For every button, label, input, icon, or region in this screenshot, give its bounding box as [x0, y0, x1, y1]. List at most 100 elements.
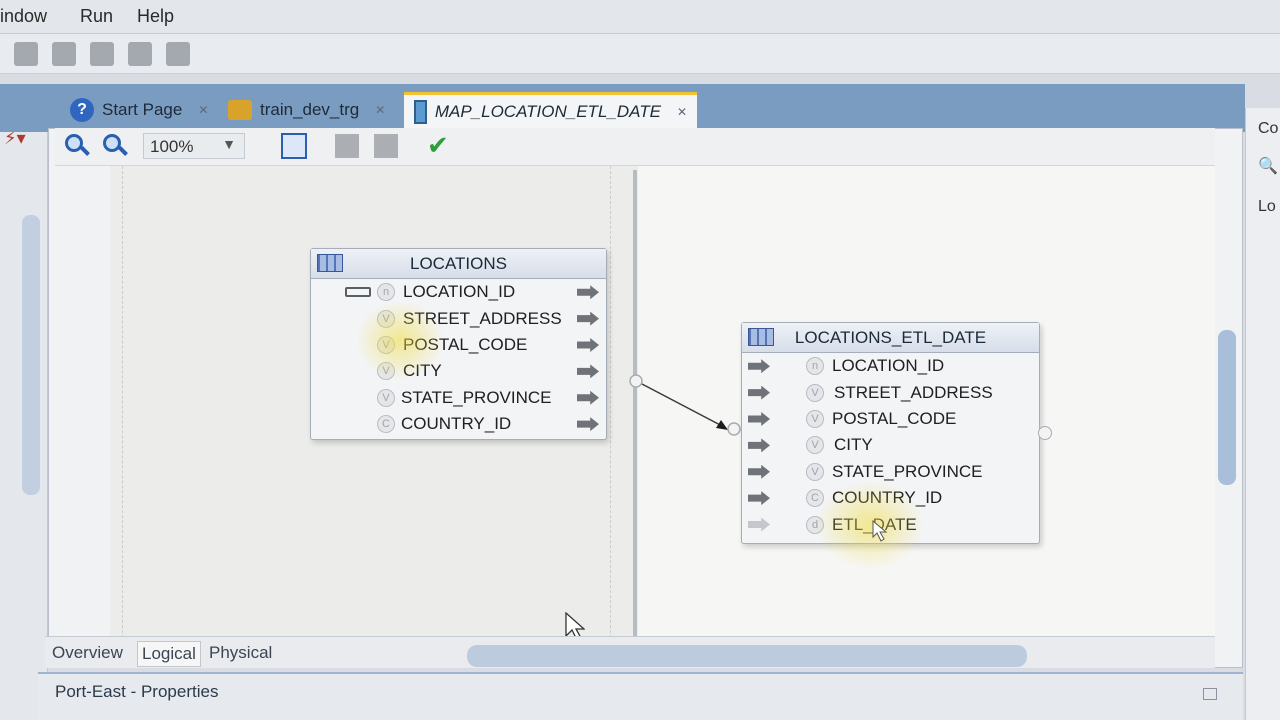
column-name: COUNTRY_ID [401, 414, 512, 434]
entity-header: LOCATIONS [311, 249, 606, 279]
output-port-icon[interactable] [577, 364, 599, 379]
properties-panel: Port-East - Properties [38, 672, 1243, 720]
minimize-icon[interactable] [1203, 688, 1217, 700]
column-row[interactable]: V STATE_PROVINCE [742, 459, 1039, 485]
column-row[interactable]: V STATE_PROVINCE [311, 385, 606, 411]
menu-help[interactable]: Help [137, 6, 174, 27]
pause-icon[interactable] [128, 42, 152, 66]
varchar-type-icon: V [377, 335, 395, 354]
save-icon[interactable] [52, 42, 76, 66]
editor-tab-strip: ? Start Page ✕ train_dev_trg ✕ MAP_LOCAT… [0, 84, 1245, 132]
close-icon[interactable]: ✕ [375, 103, 385, 117]
right-panel: Co 🔍 Lo [1245, 108, 1280, 720]
column-row[interactable]: V STREET_ADDRESS [742, 379, 1039, 405]
column-name: LOCATION_ID [832, 356, 945, 376]
output-port-icon[interactable] [577, 311, 599, 326]
varchar-type-icon: V [806, 462, 824, 481]
entity-title: LOCATIONS_ETL_DATE [794, 327, 987, 347]
zoom-in-icon[interactable] [65, 134, 90, 158]
fit-to-window-icon[interactable] [281, 133, 307, 159]
area-divider [122, 166, 123, 638]
stop-icon[interactable] [14, 42, 38, 66]
folder-icon [228, 100, 252, 120]
column-row[interactable]: V CITY [311, 358, 606, 384]
main-toolbar [0, 34, 1280, 74]
varchar-type-icon: V [377, 309, 395, 328]
source-entity-locations[interactable]: LOCATIONS n LOCATION_ID V STREET_ADDRESS… [310, 248, 607, 440]
tab-map-location-etl-date[interactable]: MAP_LOCATION_ETL_DATE ✕ [404, 92, 697, 128]
zoom-select[interactable]: 100% ▼ [143, 133, 245, 159]
output-port-icon[interactable] [577, 285, 599, 300]
area-divider [610, 166, 611, 638]
input-port-icon[interactable] [748, 464, 770, 479]
validate-check-icon[interactable]: ✔ [427, 130, 449, 161]
date-type-icon: d [806, 515, 824, 534]
column-row[interactable]: n LOCATION_ID [311, 279, 606, 305]
left-scrollbar[interactable] [22, 215, 40, 495]
table-icon [748, 328, 774, 346]
tab-train-dev-trg[interactable]: train_dev_trg ✕ [218, 92, 395, 128]
column-name: STREET_ADDRESS [834, 382, 993, 402]
tab-label: train_dev_trg [260, 100, 360, 119]
column-row[interactable]: n LOCATION_ID [742, 353, 1039, 379]
varchar-type-icon: V [377, 362, 395, 381]
column-name: STATE_PROVINCE [401, 387, 552, 407]
column-row[interactable]: d ETL_DATE [742, 511, 1039, 537]
mapping-connector[interactable] [620, 370, 750, 440]
char-type-icon: C [806, 489, 824, 508]
column-row[interactable]: C COUNTRY_ID [311, 411, 606, 437]
column-list: n LOCATION_ID V STREET_ADDRESS V POSTAL_… [311, 279, 606, 437]
layout-icon[interactable] [335, 134, 359, 158]
key-icon [345, 287, 371, 298]
zoom-out-icon[interactable] [103, 134, 128, 158]
input-port-icon[interactable] [748, 385, 770, 400]
column-row[interactable]: V CITY [742, 432, 1039, 458]
column-name: CITY [403, 361, 442, 381]
chevron-down-icon: ▼ [222, 136, 236, 152]
close-icon[interactable]: ✕ [198, 103, 208, 117]
hand-pointer-icon [872, 520, 888, 542]
input-port-icon[interactable] [748, 491, 770, 506]
table-icon [317, 254, 343, 272]
unmapped-input-port-icon[interactable] [748, 517, 770, 532]
map-icon [414, 99, 427, 124]
entity-title: LOCATIONS [410, 253, 507, 273]
tab-physical[interactable]: Physical [205, 641, 276, 665]
column-name: STATE_PROVINCE [832, 461, 983, 481]
column-name: STREET_ADDRESS [403, 308, 562, 328]
column-name: POSTAL_CODE [832, 408, 957, 428]
column-row[interactable]: V STREET_ADDRESS [311, 305, 606, 331]
tab-logical[interactable]: Logical [137, 641, 201, 667]
tab-label: MAP_LOCATION_ETL_DATE [434, 101, 661, 121]
input-port-icon[interactable] [748, 411, 770, 426]
search-icon[interactable]: 🔍 [1258, 156, 1278, 176]
step-icon[interactable] [90, 42, 114, 66]
input-port-icon[interactable] [748, 359, 770, 374]
output-port-icon[interactable] [577, 390, 599, 405]
varchar-type-icon: V [377, 388, 395, 407]
output-port-icon[interactable] [577, 417, 599, 432]
right-panel-title: Co [1258, 120, 1279, 137]
menu-run[interactable]: Run [80, 6, 113, 27]
input-port-icon[interactable] [748, 438, 770, 453]
vertical-scrollbar[interactable] [1218, 330, 1236, 485]
column-row[interactable]: V POSTAL_CODE [742, 406, 1039, 432]
arrange-icon[interactable] [374, 134, 398, 158]
close-icon[interactable]: ✕ [677, 105, 687, 119]
varchar-type-icon: V [806, 436, 824, 455]
output-connector-port[interactable] [1038, 426, 1052, 440]
char-type-icon: C [377, 415, 395, 434]
help-icon: ? [70, 98, 94, 122]
output-port-icon[interactable] [577, 337, 599, 352]
column-row[interactable]: V POSTAL_CODE [311, 332, 606, 358]
column-row[interactable]: C COUNTRY_ID [742, 485, 1039, 511]
column-name: POSTAL_CODE [403, 334, 528, 354]
target-entity-locations-etl-date[interactable]: LOCATIONS_ETL_DATE n LOCATION_ID V STREE… [741, 322, 1040, 544]
horizontal-scrollbar[interactable] [467, 645, 1027, 667]
tab-overview[interactable]: Overview [48, 641, 127, 665]
tab-start-page[interactable]: ? Start Page ✕ [60, 92, 218, 128]
right-panel-item[interactable]: Lo [1258, 198, 1276, 216]
resume-icon[interactable] [166, 42, 190, 66]
properties-title: Port-East - Properties [55, 682, 219, 701]
menu-window[interactable]: indow [0, 6, 47, 27]
